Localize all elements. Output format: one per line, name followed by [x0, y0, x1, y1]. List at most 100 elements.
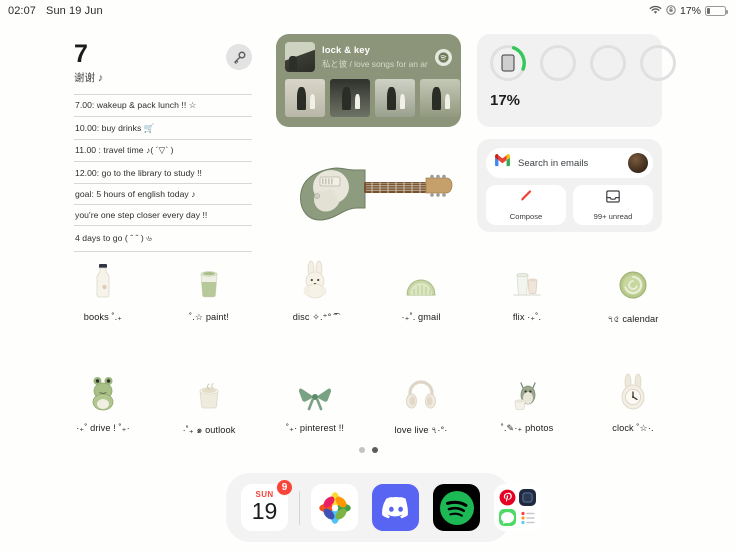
status-bar: 02:07 Sun 19 Jun 17% [0, 0, 736, 22]
key-icon[interactable] [226, 44, 252, 70]
battery-widget[interactable]: 17% [477, 34, 676, 127]
reminders-icon[interactable] [519, 509, 536, 526]
app-clock[interactable]: clock ˚☆·. [580, 369, 686, 438]
avatar[interactable] [628, 153, 648, 173]
dock-item-spotify[interactable] [433, 484, 480, 531]
dock-item-discord[interactable] [372, 484, 419, 531]
app-label: ˚.☆ paint! [189, 312, 229, 322]
list-item[interactable]: you're one step closer every day !! [74, 205, 252, 227]
app-calendar[interactable]: ৭৫ calendar [580, 258, 686, 327]
app-label: ৭৫ calendar [607, 314, 659, 324]
inbox-icon [606, 189, 620, 208]
battery-ring-empty [590, 45, 626, 81]
album-thumbnail-row [285, 79, 460, 117]
milk-bottle-icon [81, 258, 125, 300]
battery-ring-row [489, 44, 676, 81]
app-label: ·₊˚. gmail [401, 312, 441, 322]
music-meta: lock & key 私と彼 / love songs for an angel [322, 45, 428, 70]
album-thumbnail[interactable] [330, 79, 370, 117]
dock-item-photos[interactable] [311, 484, 358, 531]
app-outlook[interactable]: ·˚₊ ๑ outlook [156, 369, 262, 438]
app-netflix[interactable]: flix ·₊˚. [474, 258, 580, 327]
rotation-lock-icon [666, 2, 676, 20]
dock: SUN 19 9 [226, 473, 541, 542]
app-love-live[interactable]: love live ৭·°· [368, 369, 474, 438]
matcha-swirl-icon [611, 258, 655, 300]
app-label: books ˚.₊ [83, 312, 123, 322]
spotify-icon[interactable] [435, 48, 452, 66]
list-item[interactable]: 7.00: wakeup & pack lunch !! ☆ [74, 95, 252, 118]
album-thumbnail[interactable] [285, 79, 325, 117]
latte-cup-icon [187, 369, 231, 411]
app-pinterest[interactable]: ˚₊· pinterest !! [262, 369, 368, 438]
album-thumbnail[interactable] [375, 79, 415, 117]
battery-percent-label: 17% [679, 5, 701, 17]
unread-button[interactable]: 99+ unread [573, 185, 653, 225]
search-placeholder: Search in emails [518, 157, 589, 169]
messages-icon[interactable] [499, 509, 516, 526]
notes-list: 7.00: wakeup & pack lunch !! ☆ 10.00: bu… [74, 94, 252, 252]
widget-area: 7 谢谢 ♪ 7.00: wakeup & pack lunch !! ☆ 10… [0, 34, 736, 252]
notes-subtitle: 谢谢 ♪ [74, 72, 104, 84]
app-label: ˚.✎·₊ photos [500, 423, 554, 433]
app-label: ˚₊· pinterest !! [285, 423, 345, 433]
app-label: clock ˚☆·. [612, 423, 654, 433]
gmail-actions: Compose 99+ unread [486, 185, 653, 225]
app-row-2: ·₊˚ drive ! ˚₊· ·˚₊ ๑ outlook ˚₊· pinter… [0, 369, 736, 438]
notes-header: 7 谢谢 ♪ [74, 42, 252, 85]
app-row-1: books ˚.₊ ˚.☆ paint! disc ✧.⁺° ͡˜ ·₊˚. g… [0, 258, 736, 327]
melon-slice-icon [399, 258, 443, 300]
music-title: lock & key [322, 44, 370, 56]
list-item[interactable]: 11.00 : travel time ♪( ´▽` ) [74, 140, 252, 163]
music-widget[interactable]: lock & key 私と彼 / love songs for an angel [276, 34, 461, 127]
app-label: disc ✧.⁺° ͡˜ [292, 312, 338, 322]
compose-button[interactable]: Compose [486, 185, 566, 225]
battery-ring-ipad [489, 44, 526, 81]
gmail-widget[interactable]: Search in emails Compose 99+ unread [477, 139, 662, 232]
album-thumbnail[interactable] [420, 79, 460, 117]
app-gmail[interactable]: ·₊˚. gmail [368, 258, 474, 327]
app-paint[interactable]: ˚.☆ paint! [156, 258, 262, 327]
app-icon-dark[interactable] [519, 489, 536, 506]
app-label: flix ·₊˚. [512, 312, 542, 322]
list-item[interactable]: 12.00: go to the library to study !! [74, 162, 252, 184]
app-label: ·˚₊ ๑ outlook [182, 425, 236, 435]
page-indicator[interactable] [0, 447, 736, 453]
album-art [285, 42, 315, 72]
status-bar-right: 17% [649, 2, 728, 20]
app-label: love live ৭·°· [394, 425, 448, 435]
app-drive[interactable]: ·₊˚ drive ! ˚₊· [50, 369, 156, 438]
photos-icon [318, 491, 351, 524]
notes-number: 7 [74, 40, 88, 68]
list-item[interactable]: goal: 5 hours of english today ♪ [74, 184, 252, 205]
app-grid: books ˚.₊ ˚.☆ paint! disc ✧.⁺° ͡˜ ·₊˚. g… [0, 258, 736, 438]
unread-label: 99+ unread [593, 211, 633, 221]
page-dot[interactable] [358, 447, 365, 453]
music-now-playing: lock & key 私と彼 / love songs for an angel [285, 42, 452, 72]
dock-item-social-folder[interactable] [494, 484, 541, 531]
headphones-icon [399, 369, 443, 411]
pinterest-icon[interactable] [499, 489, 516, 506]
status-date: Sun 19 Jun [46, 5, 103, 17]
green-bow-icon [293, 369, 337, 411]
ipad-icon [501, 54, 515, 72]
home-screen: 02:07 Sun 19 Jun 17% 7 谢谢 ♪ 7.00: wakeup… [0, 0, 736, 552]
app-photos[interactable]: ˚.✎·₊ photos [474, 369, 580, 438]
matcha-cup-icon [187, 258, 231, 300]
list-item[interactable]: 4 days to go ( ˆ ˆ ) ৬ [74, 226, 252, 252]
app-books[interactable]: books ˚.₊ [50, 258, 156, 327]
battery-ring-empty [640, 45, 676, 81]
bunny-clock-icon [611, 369, 655, 411]
app-discord[interactable]: disc ✧.⁺° ͡˜ [262, 258, 368, 327]
pencil-icon [519, 189, 533, 208]
page-dot-active[interactable] [371, 447, 378, 453]
notes-widget[interactable]: 7 谢谢 ♪ 7.00: wakeup & pack lunch !! ☆ 10… [74, 42, 252, 252]
music-artist: 私と彼 / love songs for an angel [322, 58, 428, 69]
glass-cups-icon [505, 258, 549, 300]
status-bar-left: 02:07 Sun 19 Jun [8, 5, 103, 17]
electric-guitar-photo [276, 144, 461, 234]
app-label: ·₊˚ drive ! ˚₊· [76, 423, 130, 433]
dock-item-calendar[interactable]: SUN 19 9 [241, 479, 293, 531]
search-input[interactable]: Search in emails [486, 148, 653, 178]
list-item[interactable]: 10.00: buy drinks 🛒 [74, 117, 252, 140]
